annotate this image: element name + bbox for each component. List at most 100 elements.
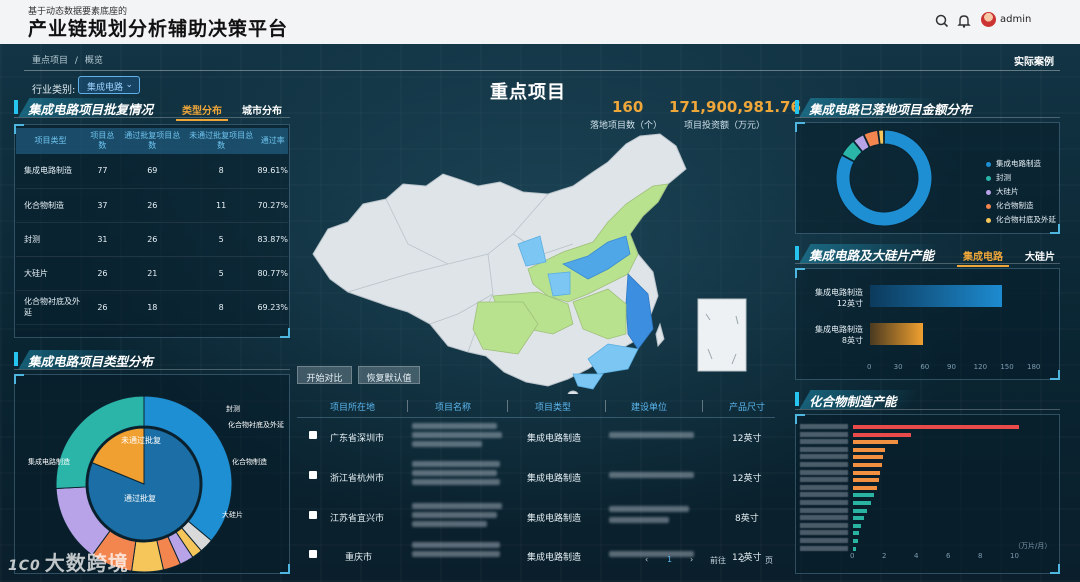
compound-bar[interactable] (853, 531, 860, 536)
compound-bar[interactable] (853, 432, 911, 437)
pager-page[interactable]: 1 (667, 555, 672, 564)
table-row[interactable]: 江苏省宜兴市 集成电路制造 8英寸 (297, 497, 775, 537)
compound-bar[interactable] (853, 546, 857, 551)
row-checkbox[interactable] (309, 511, 317, 519)
highlight-region-guangdong[interactable] (572, 373, 604, 390)
pager-goto-label: 前往 (710, 556, 726, 565)
legend-item[interactable]: 封测 (986, 172, 1011, 183)
breadcrumb-root[interactable]: 重点项目 (32, 56, 68, 66)
search-icon[interactable] (933, 12, 951, 30)
tab-type-distribution[interactable]: 类型分布 (176, 102, 228, 121)
approval-panel-header: 集成电路项目批复情况 类型分布 城市分布 (14, 98, 290, 121)
cell-rate: 89.61% (257, 154, 288, 189)
table-row: 封测 31 26 5 83.87% (16, 222, 288, 257)
pager-unit-label: 页 (765, 556, 773, 565)
redacted-company (609, 517, 669, 523)
tab-integrated-circuit[interactable]: 集成电路 (957, 248, 1009, 267)
compound-bar[interactable] (853, 508, 868, 513)
tab-silicon-wafer[interactable]: 大硅片 (1025, 248, 1055, 263)
avatar[interactable] (981, 12, 996, 27)
row-checkbox[interactable] (309, 550, 317, 558)
cell-type: 化合物制造 (16, 188, 86, 223)
compound-bar[interactable] (853, 425, 1020, 429)
table-row[interactable]: 重庆市 集成电路制造 12英寸 (297, 536, 775, 576)
compound-bar[interactable] (853, 523, 861, 528)
reset-button[interactable]: 恢复默认值 (358, 366, 420, 384)
legend-item[interactable]: 大硅片 (986, 186, 1019, 197)
pager-prev-button[interactable]: ‹ (645, 555, 648, 564)
compound-bar-label (800, 484, 848, 490)
compound-bar[interactable] (853, 539, 858, 543)
corner-deco (1050, 564, 1060, 574)
tab-city-distribution[interactable]: 城市分布 (242, 102, 282, 117)
cell-location: 江苏省宜兴市 (330, 514, 385, 524)
compound-bar[interactable] (853, 470, 881, 475)
legend-item[interactable]: 化合物衬底及外延 (986, 214, 1056, 225)
china-map[interactable] (308, 124, 778, 394)
cell-passed: 26 (119, 222, 185, 257)
column-header: 项目类型 (16, 128, 86, 154)
south-sea-inset (697, 298, 747, 372)
redacted-name (412, 461, 500, 467)
compound-bar[interactable] (853, 501, 871, 505)
breadcrumb-current: 概览 (84, 56, 103, 66)
capacity-bar-label: 集成电路制造 8英寸 (793, 324, 863, 346)
compound-bar[interactable] (853, 455, 884, 460)
row-checkbox[interactable] (309, 431, 317, 439)
axis-tick-label: 180 (1027, 363, 1041, 371)
redacted-name (412, 479, 500, 485)
type-dist-donut-chart (55, 395, 233, 573)
compound-bar[interactable] (853, 447, 885, 452)
compound-bar[interactable] (853, 493, 874, 498)
filter-label: 行业类别: (32, 85, 76, 96)
table-row[interactable]: 浙江省杭州市 集成电路制造 12英寸 (297, 457, 775, 497)
compound-bar[interactable] (853, 516, 865, 521)
compound-bar-label (800, 454, 848, 460)
cell-type: 集成电路制造 (527, 434, 582, 444)
corner-deco (1050, 370, 1060, 380)
compound-bar-label (800, 446, 848, 452)
bell-icon[interactable] (955, 12, 973, 30)
compound-bar-label (800, 431, 848, 437)
landed-donut-chart (835, 129, 933, 227)
legend-item[interactable]: 集成电路制造 (986, 158, 1041, 169)
dashboard: 重点项目 / 概览 实际案例 行业类别: 集成电路 ⌄ 重点项目 160 落地项… (0, 44, 1080, 582)
compound-unit: （万片/月） (1014, 542, 1052, 550)
compound-bar-label (800, 522, 848, 528)
compound-bar[interactable] (853, 440, 898, 445)
legend-label: 集成电路制造 (996, 159, 1041, 168)
header-accent (795, 392, 799, 406)
compound-bar[interactable] (853, 485, 877, 490)
type-dist-panel-header: 集成电路项目类型分布 (14, 350, 290, 370)
cell-size: 12英寸 (732, 474, 762, 484)
landed-panel-title: 集成电路已落地项目金额分布 (809, 102, 972, 117)
industry-select-value: 集成电路 (87, 83, 124, 93)
capacity-panel-title: 集成电路及大硅片产能 (809, 248, 935, 263)
compound-bar[interactable] (853, 478, 879, 483)
compound-bar-label (800, 492, 848, 498)
pager-goto-input[interactable]: 2 (740, 555, 745, 564)
header-accent (14, 352, 18, 366)
kpi-investment: 171,900,981.76 (669, 98, 801, 116)
legend-label: 封测 (996, 173, 1011, 182)
axis-tick-label: 8 (978, 552, 983, 560)
industry-select[interactable]: 集成电路 ⌄ (78, 76, 140, 94)
compare-button[interactable]: 开始对比 (297, 366, 352, 384)
compound-bar[interactable] (853, 463, 882, 467)
username[interactable]: admin (1000, 14, 1031, 25)
table-row[interactable]: 广东省深圳市 集成电路制造 12英寸 (297, 417, 775, 457)
redacted-company (609, 472, 694, 478)
column-header: 通过率 (257, 128, 288, 154)
table-row: 化合物衬底及外延 26 18 8 69.23% (16, 290, 288, 325)
legend-dot (986, 203, 991, 209)
approval-table: 项目类型 项目总数 通过批复项目总数 未通过批复项目总数 通过率 集成电路制造 … (16, 128, 288, 325)
pager-next-button[interactable]: › (690, 555, 693, 564)
legend-item[interactable]: 化合物制造 (986, 200, 1034, 211)
case-link[interactable]: 实际案例 (1014, 53, 1054, 68)
column-header: 未通过批复项目总数 (184, 128, 258, 154)
axis-tick-label: 120 (973, 363, 988, 371)
capacity-bar[interactable] (870, 323, 924, 345)
capacity-bar[interactable] (870, 285, 1002, 307)
row-checkbox[interactable] (309, 471, 317, 479)
cell-failed: 5 (184, 256, 258, 291)
